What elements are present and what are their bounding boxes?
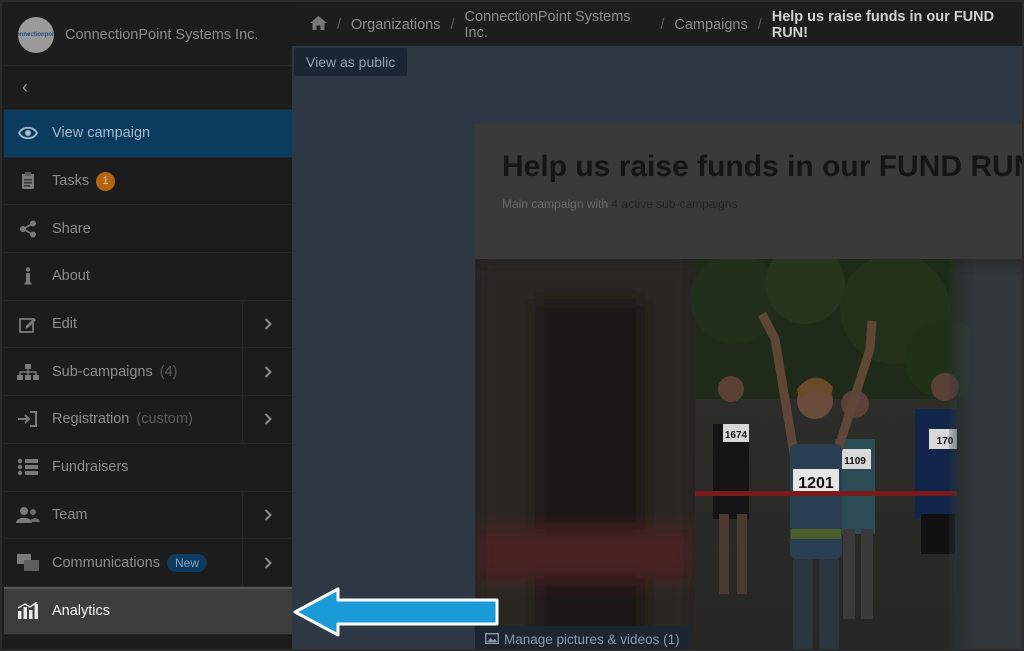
home-icon[interactable] <box>310 16 327 34</box>
sidebar-item-registration[interactable]: Registration (custom) <box>4 396 292 444</box>
sub-campaigns-count: (4) <box>159 363 178 380</box>
edit-icon <box>4 315 52 333</box>
eye-icon <box>4 126 52 140</box>
info-icon <box>4 267 52 285</box>
sidebar-item-share[interactable]: Share <box>4 205 292 254</box>
org-header[interactable]: connectionpoint ConnectionPoint Systems … <box>4 4 292 66</box>
breadcrumb-campaigns[interactable]: Campaigns <box>674 17 747 33</box>
campaign-card: Help us raise funds in our FUND RUN! Mai… <box>475 124 1024 649</box>
breadcrumb-separator: / <box>660 17 665 33</box>
sidebar-item-label: View campaign <box>52 125 151 142</box>
chevron-right-icon[interactable] <box>242 539 292 586</box>
sidebar-item-edit[interactable]: Edit <box>4 300 292 349</box>
manage-media-button[interactable]: Manage pictures & videos (1) <box>475 626 690 649</box>
sidebar-item-analytics[interactable]: Analytics <box>4 586 292 635</box>
sidebar-item-label: Fundraisers <box>52 459 129 476</box>
app-window: connectionpoint ConnectionPoint Systems … <box>0 0 1024 651</box>
sidebar-item-team[interactable]: Team <box>4 491 292 540</box>
view-as-public-button[interactable]: View as public <box>294 48 408 76</box>
bib-number: 170 <box>937 436 954 447</box>
campaign-title: Help us raise funds in our FUND RUN! <box>502 150 1024 183</box>
org-name: ConnectionPoint Systems Inc. <box>65 26 259 43</box>
sidebar-item-label: Analytics <box>52 603 111 620</box>
breadcrumb-current: Help us raise funds in our FUND RUN! <box>771 9 995 41</box>
sidebar-item-communications[interactable]: Communications New <box>4 539 292 587</box>
callout-arrow <box>293 587 499 637</box>
list-icon <box>4 458 52 476</box>
breadcrumb-organization[interactable]: ConnectionPoint Systems Inc. <box>465 9 651 41</box>
org-logo: connectionpoint <box>18 16 54 53</box>
chevron-right-icon[interactable] <box>242 348 292 396</box>
sign-in-icon <box>4 411 52 428</box>
tasks-count-badge: 1 <box>96 171 116 191</box>
sidebar-item-label: Sub-campaigns <box>52 363 153 380</box>
sidebar-item-label: About <box>52 268 90 285</box>
share-icon <box>4 220 52 238</box>
campaign-photo: 1201 1109 1674 170 <box>475 259 1022 649</box>
users-icon <box>4 506 52 523</box>
breadcrumb-separator: / <box>450 17 455 33</box>
campaign-subtitle-prefix: Main campaign with <box>502 197 609 211</box>
breadcrumb-organizations[interactable]: Organizations <box>351 17 440 33</box>
sidebar-item-tasks[interactable]: Tasks 1 <box>4 158 292 206</box>
collapse-sidebar-button[interactable]: ‹ <box>4 66 292 110</box>
sidebar-item-view-campaign[interactable]: View campaign <box>4 110 292 158</box>
bar-chart-icon <box>4 602 52 620</box>
chevron-right-icon[interactable] <box>242 491 292 539</box>
bib-number: 1109 <box>844 456 866 467</box>
breadcrumb-separator: / <box>337 17 342 33</box>
sidebar-item-label: Tasks <box>52 173 90 190</box>
chevron-right-icon[interactable] <box>242 396 292 443</box>
main-content: View as public Help us raise funds in ou… <box>292 46 1024 649</box>
chevron-right-icon[interactable] <box>242 300 292 348</box>
manage-media-label: Manage pictures & videos (1) <box>504 631 680 647</box>
sidebar-item-label: Registration <box>52 411 130 428</box>
sidebar-item-sub-campaigns[interactable]: Sub-campaigns (4) <box>4 348 292 397</box>
breadcrumb: / Organizations / ConnectionPoint System… <box>292 4 1022 46</box>
clipboard-icon <box>4 172 52 190</box>
sidebar-item-label: Communications <box>52 554 160 571</box>
sidebar-item-label: Team <box>52 506 88 523</box>
breadcrumb-separator: / <box>757 17 762 33</box>
sidebar-item-fundraisers[interactable]: Fundraisers <box>4 444 292 492</box>
campaign-subtitle: Main campaign with 4 active sub-campaign… <box>502 197 737 211</box>
new-badge: New <box>167 553 208 572</box>
bib-number: 1201 <box>798 475 834 492</box>
sidebar: connectionpoint ConnectionPoint Systems … <box>4 4 292 649</box>
sidebar-item-about[interactable]: About <box>4 253 292 301</box>
sidebar-item-label: Share <box>52 220 91 237</box>
sidebar-item-label: Edit <box>52 316 77 333</box>
fund-run-photo: 1201 1109 1674 170 <box>475 259 1022 649</box>
bib-number: 1674 <box>725 430 748 441</box>
hierarchy-icon <box>4 363 52 380</box>
sub-campaigns-link[interactable]: 4 active sub-campaigns <box>611 197 737 211</box>
registration-type: (custom) <box>136 411 193 428</box>
chevron-left-icon: ‹ <box>22 77 28 97</box>
messages-icon <box>4 553 52 572</box>
